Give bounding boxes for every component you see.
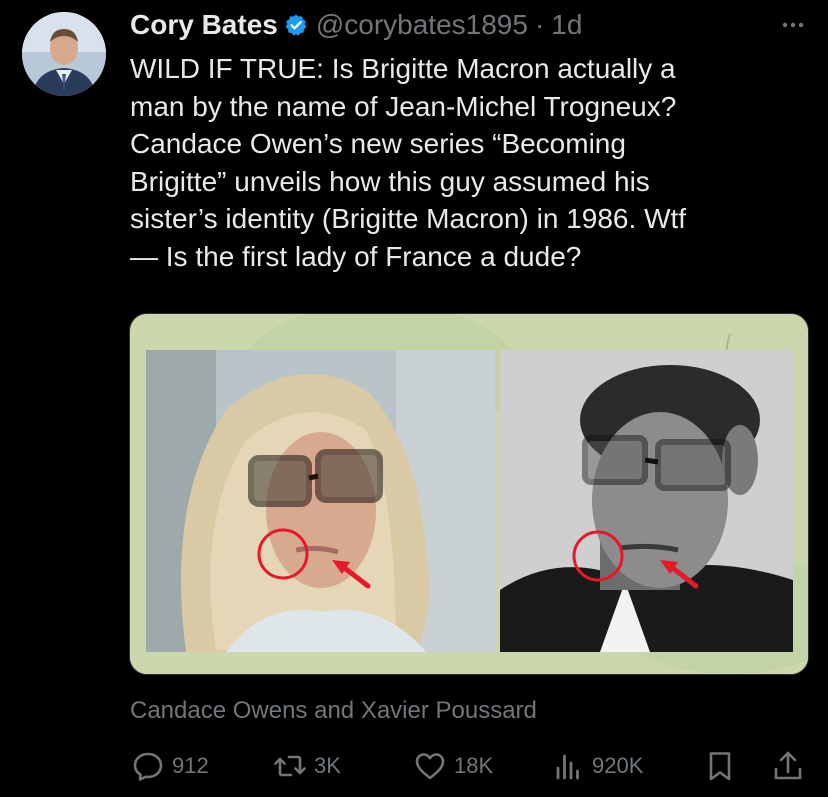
- author-handle[interactable]: @corybates1895: [316, 9, 528, 41]
- avatar-photo: [22, 12, 106, 96]
- bookmark-button[interactable]: [702, 748, 738, 784]
- reply-icon: [133, 752, 163, 781]
- tweet-media[interactable]: [129, 313, 809, 675]
- author-name[interactable]: Cory Bates: [130, 9, 278, 41]
- repost-icon: [274, 755, 306, 777]
- verified-badge-icon: [285, 14, 307, 36]
- repost-button[interactable]: 3K: [272, 748, 341, 784]
- tweet-timestamp[interactable]: 1d: [551, 9, 582, 41]
- header-separator: ·: [534, 9, 545, 40]
- views-count: 920K: [592, 753, 644, 778]
- tweet-actions: 912 3K 18K 920K: [130, 748, 810, 784]
- more-icon[interactable]: [778, 10, 808, 40]
- reply-button[interactable]: 912: [130, 748, 209, 784]
- views-button[interactable]: 920K: [550, 748, 643, 784]
- like-button[interactable]: 18K: [412, 748, 493, 784]
- photo-man: [500, 350, 793, 652]
- tweet-text: WILD IF TRUE: Is Brigitte Macron actuall…: [130, 53, 687, 272]
- repost-count: 3K: [314, 753, 341, 778]
- bookmark-icon: [709, 752, 731, 781]
- views-icon: [556, 754, 579, 780]
- share-button[interactable]: [770, 748, 806, 784]
- avatar[interactable]: [22, 12, 106, 96]
- media-caption: Candace Owens and Xavier Poussard: [130, 697, 537, 724]
- share-icon: [774, 751, 802, 780]
- heart-icon: [415, 753, 445, 780]
- like-count: 18K: [454, 753, 494, 778]
- photo-woman: [146, 350, 495, 652]
- reply-count: 912: [172, 753, 209, 778]
- tweet-header: Cory Bates @corybates1895 · 1d: [130, 8, 808, 42]
